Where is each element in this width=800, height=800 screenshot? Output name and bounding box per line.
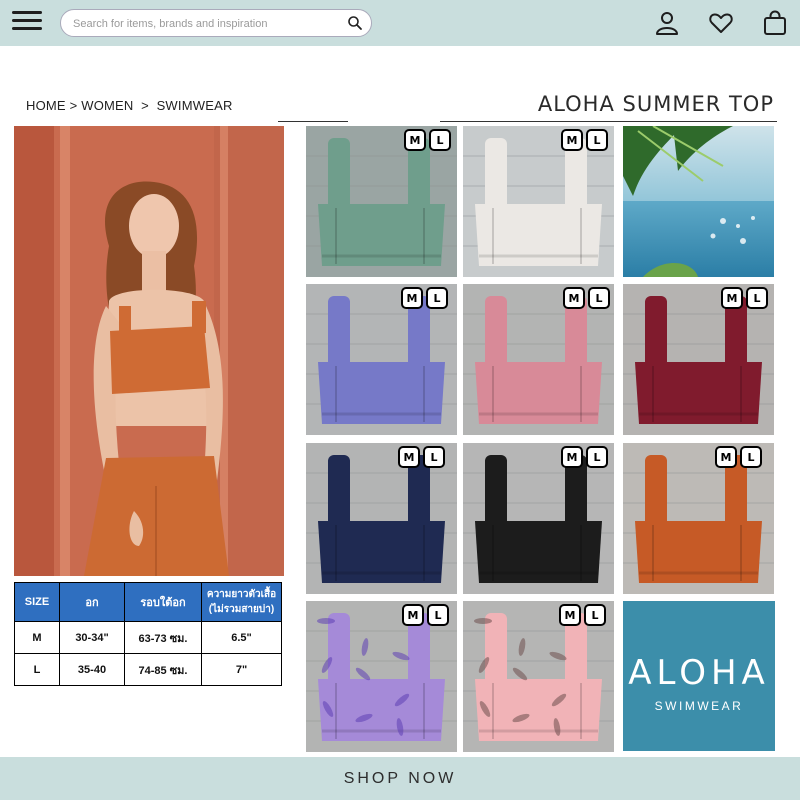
breadcrumb: HOME > WOMEN > SWIMWEAR	[26, 98, 233, 113]
size-badges: ML	[559, 604, 606, 626]
table-cell: M	[14, 621, 60, 654]
table-cell: 63-73 ซม.	[124, 621, 202, 654]
size-badge[interactable]: L	[586, 446, 608, 468]
shop-now-button[interactable]: SHOP NOW	[0, 757, 800, 800]
size-badge[interactable]: L	[423, 446, 445, 468]
size-badges: ML	[404, 129, 451, 151]
menu-icon[interactable]	[12, 9, 42, 33]
size-badges: ML	[401, 287, 448, 309]
divider	[440, 121, 777, 122]
breadcrumb-swimwear[interactable]: SWIMWEAR	[157, 98, 233, 113]
size-badges: ML	[563, 287, 610, 309]
account-icon[interactable]	[654, 10, 680, 36]
size-badge[interactable]: M	[715, 446, 737, 468]
search-input[interactable]	[71, 14, 343, 34]
top-bar	[0, 0, 800, 46]
color-swatch-tile[interactable]: ML	[306, 601, 457, 752]
shopping-bag-icon[interactable]	[762, 10, 788, 36]
size-badge[interactable]: M	[404, 129, 426, 151]
column-header: SIZE	[14, 582, 60, 622]
wishlist-heart-icon[interactable]	[708, 10, 734, 36]
size-badge[interactable]: M	[561, 129, 583, 151]
color-swatch-tile[interactable]: ML	[463, 443, 614, 594]
color-swatch-tile[interactable]: ML	[623, 284, 774, 435]
size-badge[interactable]: M	[563, 287, 585, 309]
size-badge[interactable]: M	[721, 287, 743, 309]
size-badges: ML	[561, 129, 608, 151]
table-cell: 30-34"	[59, 621, 125, 654]
color-swatch-tile[interactable]: ML	[463, 284, 614, 435]
table-row: M 30-34" 63-73 ซม. 6.5"	[14, 621, 282, 654]
size-chart-table: SIZE อก รอบใต้อก ความยาวตัวเสื้อ (ไม่รวม…	[14, 582, 282, 686]
table-cell: 7"	[201, 653, 282, 686]
breadcrumb-home[interactable]: HOME	[26, 98, 66, 113]
size-badges: ML	[721, 287, 768, 309]
breadcrumb-women[interactable]: WOMEN	[81, 98, 133, 113]
color-swatch-tile[interactable]: ML	[306, 284, 457, 435]
size-badge[interactable]: M	[559, 604, 581, 626]
beach-photo	[623, 126, 774, 277]
column-header: อก	[59, 582, 125, 622]
size-badge[interactable]: M	[561, 446, 583, 468]
color-swatch-tile[interactable]: ML	[306, 443, 457, 594]
size-badge[interactable]: M	[402, 604, 424, 626]
brand-tagline: SWIMWEAR	[654, 699, 744, 713]
color-swatch-tile[interactable]: ML	[463, 126, 614, 277]
size-badges: ML	[402, 604, 449, 626]
size-badge[interactable]: L	[588, 287, 610, 309]
size-badges: ML	[715, 446, 762, 468]
size-badge[interactable]: L	[586, 129, 608, 151]
size-badge[interactable]: L	[426, 287, 448, 309]
column-header: ความยาวตัวเสื้อ (ไม่รวมสายบ่า)	[201, 582, 282, 622]
color-swatch-tile[interactable]: ML	[623, 443, 774, 594]
size-badge[interactable]: M	[401, 287, 423, 309]
size-badge[interactable]: L	[429, 129, 451, 151]
size-badges: ML	[561, 446, 608, 468]
color-swatch-tile[interactable]: ML	[463, 601, 614, 752]
brand-logo: ALOHA SWIMWEAR	[623, 601, 775, 751]
table-cell: L	[14, 653, 60, 686]
breadcrumb-separator: >	[69, 98, 78, 113]
search-bar[interactable]	[60, 9, 372, 37]
page-title: ALOHA SUMMER TOP	[537, 92, 774, 116]
table-row: L 35-40 74-85 ซม. 7"	[14, 653, 282, 686]
table-cell: 35-40	[59, 653, 125, 686]
size-badge[interactable]: L	[427, 604, 449, 626]
search-icon[interactable]	[347, 15, 363, 31]
size-badge[interactable]: M	[398, 446, 420, 468]
size-badges: ML	[398, 446, 445, 468]
product-model-photo[interactable]	[14, 126, 284, 576]
size-badge[interactable]: L	[584, 604, 606, 626]
size-badge[interactable]: L	[740, 446, 762, 468]
brand-name: ALOHA	[628, 653, 770, 693]
divider	[278, 121, 348, 122]
breadcrumb-separator: >	[141, 98, 149, 113]
table-cell: 74-85 ซม.	[124, 653, 202, 686]
column-header: รอบใต้อก	[124, 582, 202, 622]
table-header-row: SIZE อก รอบใต้อก ความยาวตัวเสื้อ (ไม่รวม…	[14, 582, 282, 622]
size-badge[interactable]: L	[746, 287, 768, 309]
color-swatch-tile[interactable]: ML	[306, 126, 457, 277]
table-cell: 6.5"	[201, 621, 282, 654]
